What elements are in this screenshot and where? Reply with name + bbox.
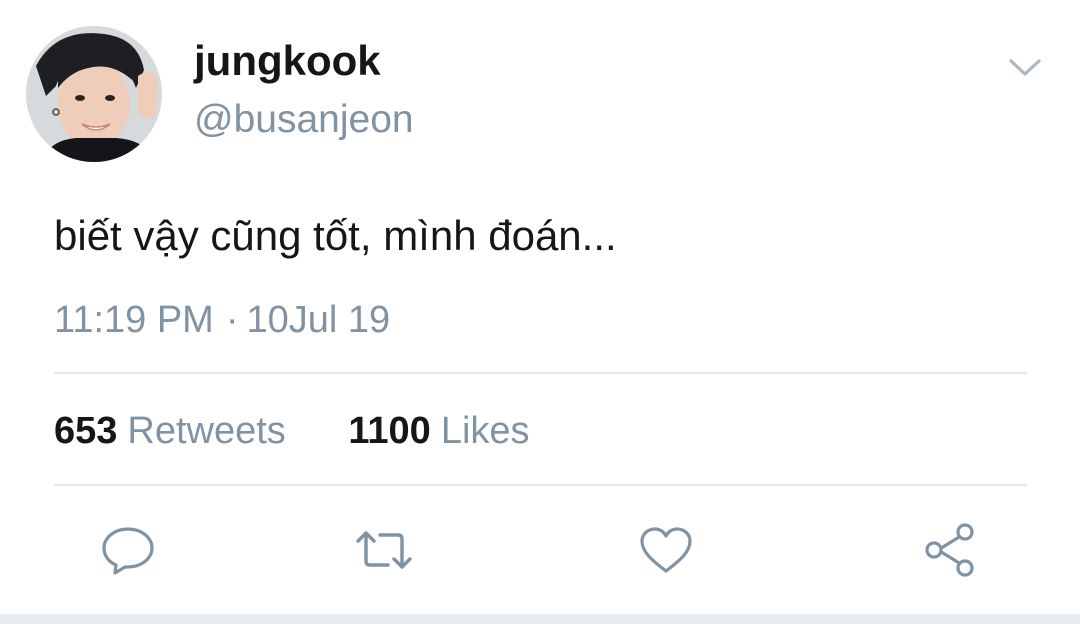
share-button[interactable] xyxy=(920,520,980,580)
likes-stat[interactable]: 1100 Likes xyxy=(348,407,529,455)
tweet-stats: 653 Retweets 1100 Likes xyxy=(54,407,530,455)
tweet-time: 11:19 PM xyxy=(54,299,214,341)
display-name[interactable]: jungkook xyxy=(194,36,381,86)
divider xyxy=(54,484,1027,486)
user-handle[interactable]: @busanjeon xyxy=(194,95,414,145)
retweet-button[interactable] xyxy=(354,520,414,580)
reply-icon xyxy=(102,527,154,575)
retweets-label: Retweets xyxy=(127,410,286,452)
avatar-image xyxy=(26,26,162,162)
chevron-down-icon[interactable] xyxy=(1005,52,1045,82)
reply-button[interactable] xyxy=(98,520,158,580)
heart-icon xyxy=(640,527,692,573)
retweets-count: 653 xyxy=(54,410,118,452)
likes-label: Likes xyxy=(440,410,530,452)
retweets-stat[interactable]: 653 Retweets xyxy=(54,407,286,455)
divider xyxy=(54,372,1027,374)
tweet-card: jungkook @busanjeon biết vậy cũng tốt, m… xyxy=(0,0,1080,614)
tweet-text: biết vậy cũng tốt, mình đoán... xyxy=(54,212,617,259)
avatar[interactable] xyxy=(26,26,162,162)
like-button[interactable] xyxy=(636,520,696,580)
bottom-separator xyxy=(0,614,1080,624)
likes-count: 1100 xyxy=(348,410,431,452)
tweet-timestamp: 11:19 PM · 10Jul 19 xyxy=(54,296,390,344)
share-icon xyxy=(925,523,974,577)
tweet-date: 10Jul 19 xyxy=(246,299,391,341)
meta-separator: · xyxy=(225,299,239,341)
retweet-icon xyxy=(356,531,412,569)
